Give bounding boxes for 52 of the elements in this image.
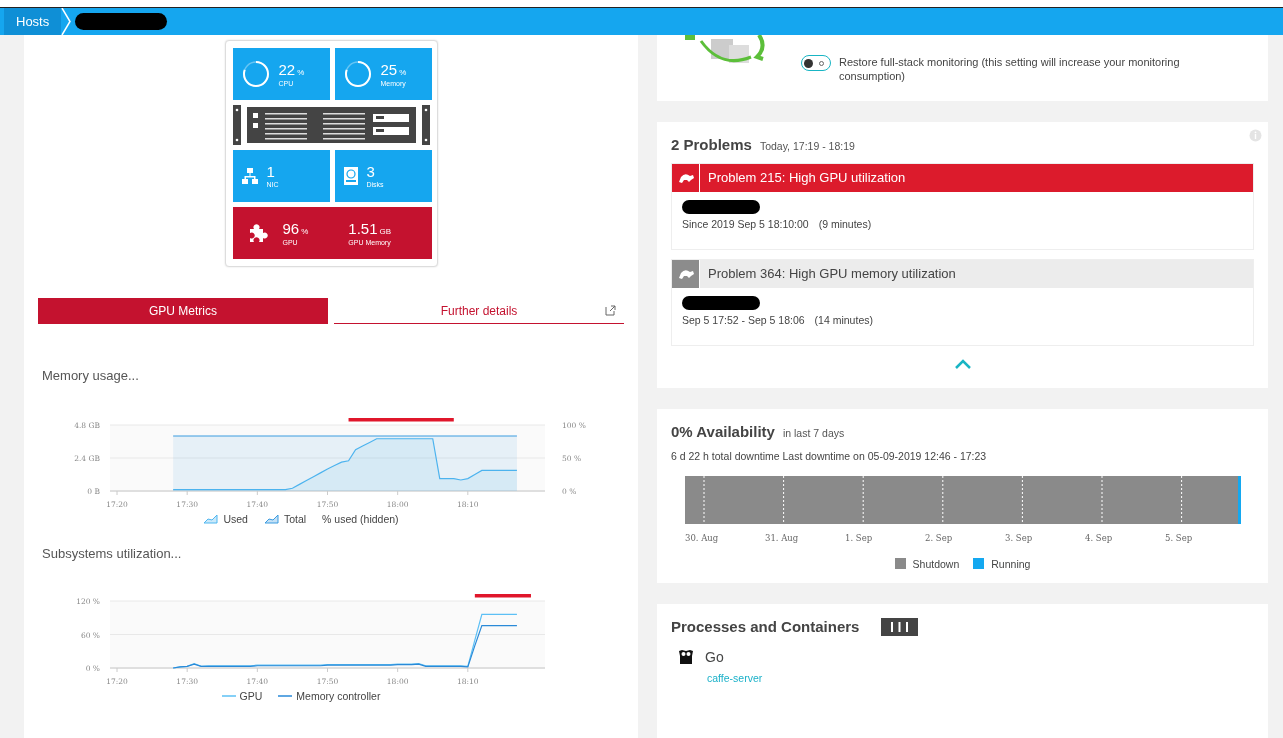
bars-icon bbox=[881, 617, 919, 636]
problem-time: Sep 5 17:52 - Sep 5 18:06 bbox=[682, 313, 805, 326]
legend-label[interactable]: GPU bbox=[239, 690, 263, 702]
time-range: in last 7 days bbox=[782, 426, 845, 439]
legend-label[interactable]: % used (hidden) bbox=[322, 513, 399, 525]
gopher-icon bbox=[677, 647, 695, 666]
axis-label: 5. Sep bbox=[1165, 532, 1194, 543]
ring-icon bbox=[240, 59, 271, 89]
area-legend-icon bbox=[203, 514, 220, 524]
process-group-name: Go bbox=[705, 648, 724, 665]
legend-label: Running bbox=[991, 557, 1031, 570]
axis-label: 3. Sep bbox=[1005, 532, 1034, 543]
line-legend-icon bbox=[278, 693, 293, 699]
toggle-label: Restore full-stack monitoring (this setting will increase your monitoring consumption) bbox=[839, 55, 1181, 83]
card-title: 0% Availability bbox=[671, 422, 775, 440]
problem-duration: (9 minutes) bbox=[818, 217, 872, 230]
card-title: Processes and Containers bbox=[671, 618, 860, 636]
legend-label[interactable]: Used bbox=[223, 513, 248, 525]
legend-label: Shutdown bbox=[912, 557, 960, 570]
area-legend-icon bbox=[263, 514, 280, 524]
alert-marker bbox=[474, 594, 531, 598]
axis-label: 4. Sep bbox=[1085, 532, 1114, 543]
breadcrumb-link[interactable]: Hosts bbox=[4, 8, 62, 35]
axis-label: 2. Sep bbox=[925, 532, 954, 543]
ring-icon bbox=[342, 59, 373, 89]
problem-time: Since 2019 Sep 5 18:10:00 bbox=[682, 217, 809, 230]
axis-label: 1. Sep bbox=[845, 532, 874, 543]
problem-title: Problem 215: High GPU utilization bbox=[708, 170, 906, 186]
problem-title: Problem 364: High GPU memory utilization bbox=[708, 266, 956, 282]
toggle-switch[interactable] bbox=[801, 55, 831, 71]
tab[interactable]: GPU Metrics bbox=[38, 298, 328, 324]
chart-title: Subsystems utilization... bbox=[42, 546, 182, 561]
legend-label[interactable]: Memory controller bbox=[296, 690, 381, 702]
line-legend-icon bbox=[221, 693, 236, 699]
metric-value: 25% bbox=[380, 60, 407, 79]
axis-label: 30. Aug bbox=[685, 532, 720, 543]
external-link-icon[interactable] bbox=[605, 305, 616, 316]
problem-duration: (14 minutes) bbox=[814, 313, 873, 326]
legend-label[interactable]: Total bbox=[283, 513, 307, 525]
metric-value: 1 bbox=[266, 163, 276, 180]
problem-header[interactable]: Problem 215: High GPU utilization bbox=[672, 163, 1253, 192]
problem-header[interactable]: Problem 364: High GPU memory utilization bbox=[672, 259, 1253, 288]
metric-value: 22% bbox=[278, 60, 305, 79]
chart-title: Memory usage... bbox=[42, 368, 139, 383]
network-icon bbox=[240, 167, 259, 185]
metric-value: 3 bbox=[366, 163, 376, 180]
metric-value: 96% bbox=[282, 219, 309, 238]
axis-label: 31. Aug bbox=[765, 532, 800, 543]
card-title: 2 Problems bbox=[671, 135, 752, 153]
metric-value: 1.51 GB bbox=[348, 219, 392, 238]
time-range: Today, 17:19 - 18:19 bbox=[759, 139, 855, 152]
downtime-summary: 6 d 22 h total downtime Last downtime on 05-09-2019 12:46 - 17:23 bbox=[671, 449, 988, 462]
